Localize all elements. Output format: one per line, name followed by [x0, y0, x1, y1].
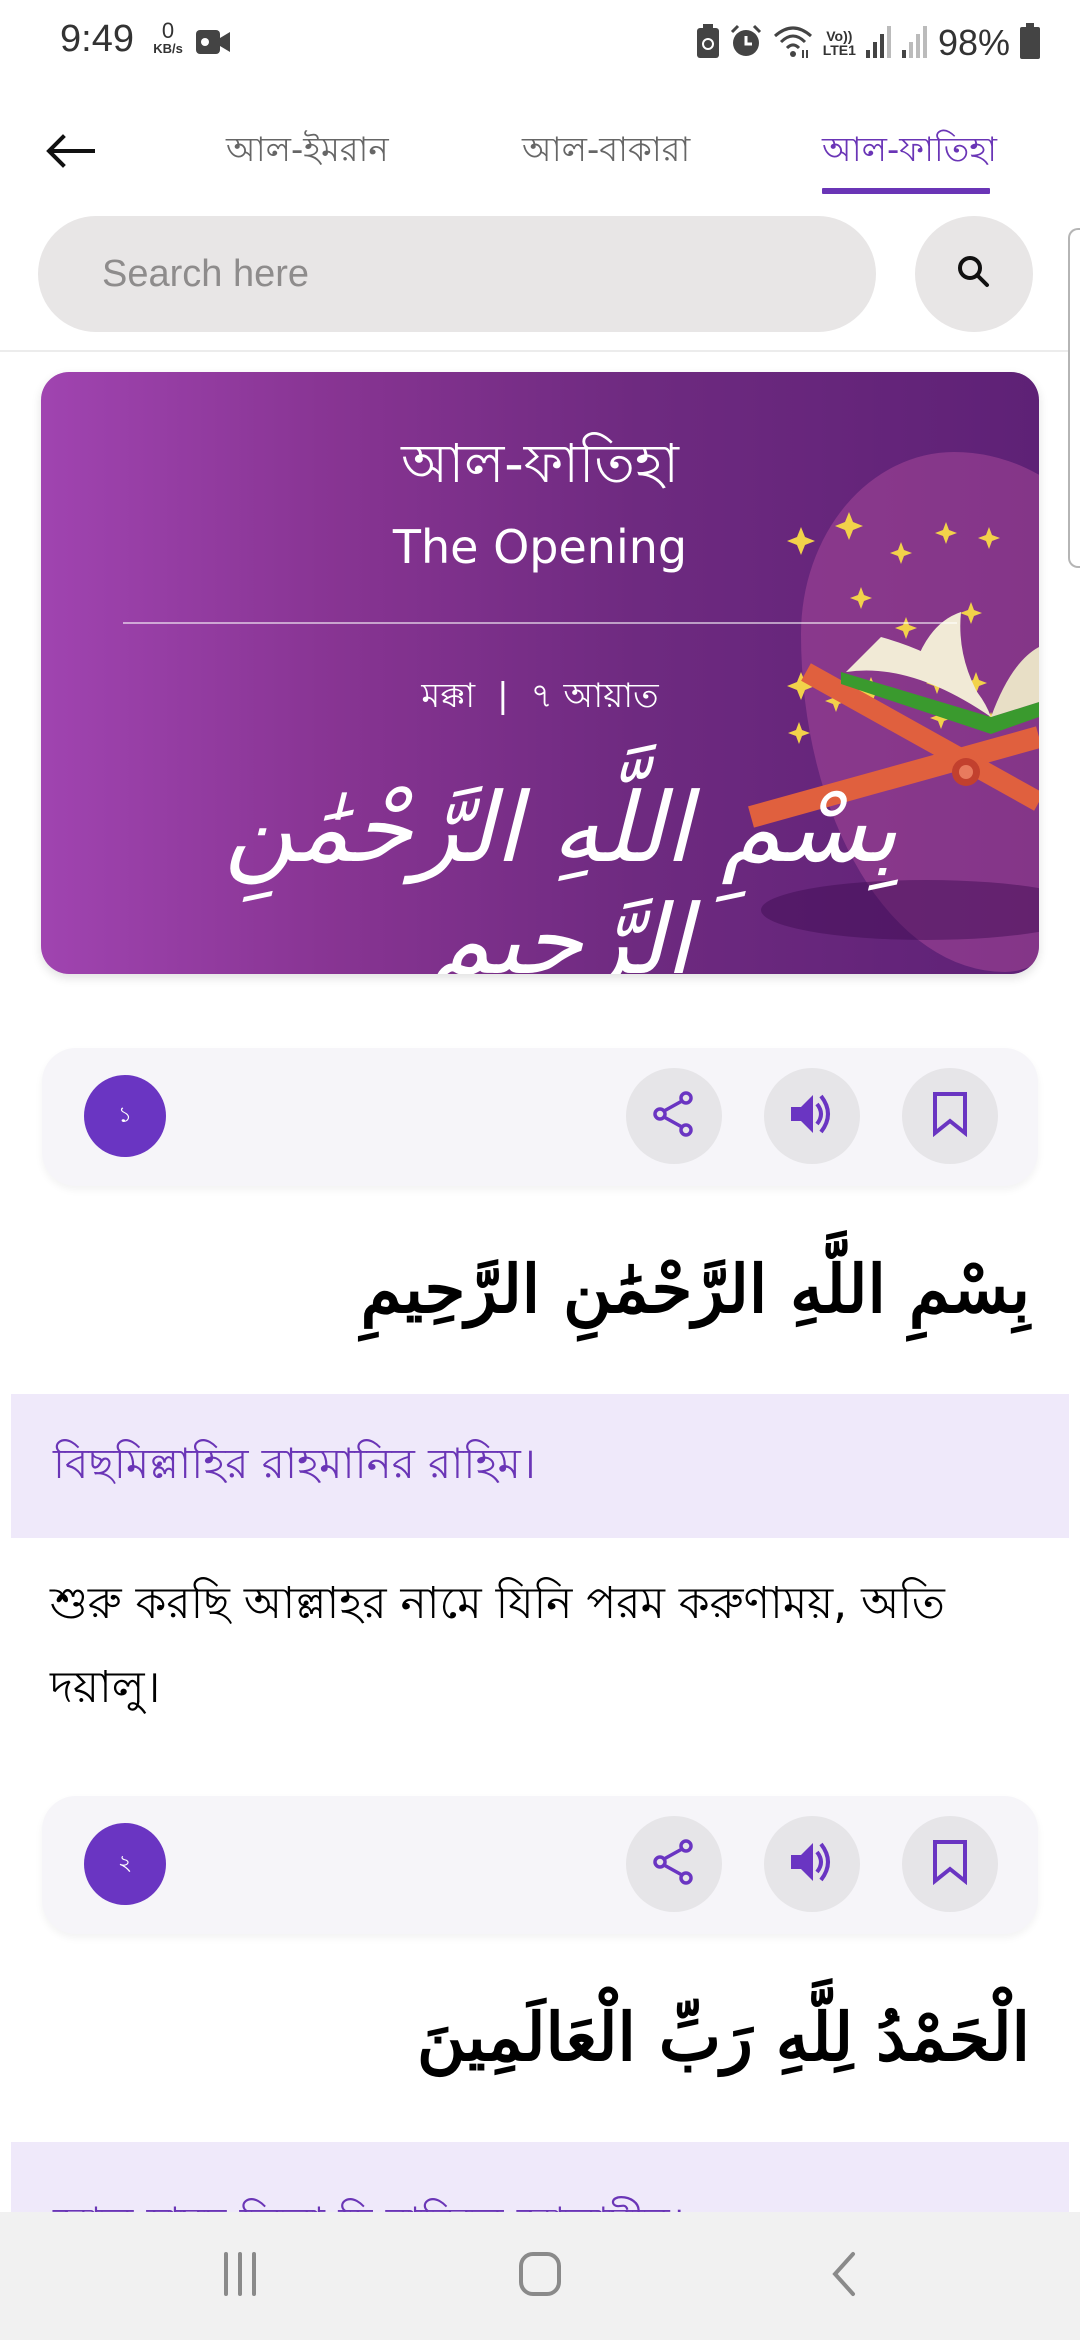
- search-input[interactable]: [38, 216, 876, 332]
- surah-english-name: The Opening: [392, 520, 688, 574]
- surah-title: আল-ফাতিহা: [401, 432, 679, 495]
- system-navigation-bar: [0, 2212, 1080, 2340]
- back-chevron-icon: [829, 2251, 859, 2301]
- network-speed-unit: KB/s: [153, 41, 183, 56]
- search-button[interactable]: [915, 216, 1033, 332]
- share-icon: [652, 1838, 696, 1890]
- speaker-icon: [789, 1840, 835, 1888]
- tab-al-baqara[interactable]: আল-বাকারা: [522, 124, 690, 181]
- network-speed: 0 KB/s: [148, 18, 188, 56]
- search-row: [0, 200, 1080, 352]
- surah-tab-header: আল-ইমরান আল-বাকারা আল-ফাতিহা: [0, 88, 1080, 200]
- play-audio-button[interactable]: [764, 1816, 860, 1912]
- battery-icon: [1020, 23, 1040, 63]
- verse-number-badge: ২: [84, 1823, 166, 1905]
- speaker-icon: [789, 1092, 835, 1140]
- play-audio-button[interactable]: [764, 1068, 860, 1164]
- battery-saver-icon: [696, 24, 719, 62]
- back-button[interactable]: [40, 128, 100, 178]
- ayah-count: ৭ আয়াত: [530, 676, 659, 716]
- video-camera-icon: [196, 28, 232, 60]
- revelation-place: মক্কা: [421, 676, 476, 716]
- active-tab-indicator: [822, 188, 990, 194]
- recent-apps-button[interactable]: [160, 2212, 320, 2340]
- share-icon: [652, 1090, 696, 1142]
- verse-arabic-text: الْحَمْدُ لِلَّهِ رَبِّ الْعَالَمِينَ: [417, 1998, 1030, 2076]
- share-button[interactable]: [626, 1816, 722, 1912]
- recent-apps-icon: [220, 2252, 260, 2300]
- home-button[interactable]: [460, 2212, 620, 2340]
- home-icon: [518, 2251, 562, 2301]
- tab-al-fatiha[interactable]: আল-ফাতিহা: [822, 124, 997, 181]
- bookmark-icon: [932, 1839, 968, 1889]
- status-bar: 9:49 0 KB/s Vo)) LTE1 98%: [0, 0, 1080, 88]
- banner-divider: [123, 622, 957, 624]
- signal-icon: [865, 24, 892, 62]
- verse-number-badge: ১: [84, 1075, 166, 1157]
- status-time: 9:49: [60, 18, 134, 60]
- surah-banner: আল-ফাতিহা The Opening মক্কা | ৭ আয়াত بِسْ…: [41, 372, 1039, 974]
- bismillah-calligraphy: بِسْمِ اللَّهِ الرَّحْمَٰنِ الرَّحِيمِ: [224, 772, 898, 974]
- verse-action-bar: ২: [42, 1796, 1038, 1934]
- share-button[interactable]: [626, 1068, 722, 1164]
- verse-arabic-text: بِسْمِ اللَّهِ الرَّحْمَٰنِ الرَّحِيمِ: [360, 1250, 1030, 1328]
- fast-scroll-handle[interactable]: [1068, 228, 1080, 568]
- bookmark-icon: [932, 1091, 968, 1141]
- alarm-icon: [729, 24, 763, 62]
- bookmark-button[interactable]: [902, 1816, 998, 1912]
- verse-transliteration: বিছমিল্লাহির রাহমানির রাহিম।: [11, 1394, 1069, 1538]
- lte-label: LTE1: [822, 42, 856, 58]
- system-back-button[interactable]: [764, 2212, 924, 2340]
- network-speed-value: 0: [161, 18, 175, 43]
- search-icon: [954, 252, 994, 296]
- tab-al-imran[interactable]: আল-ইমরান: [226, 124, 389, 181]
- signal-icon-2: [901, 24, 928, 62]
- wifi-icon: [773, 24, 813, 62]
- volte-lte-icon: Vo)) LTE1: [823, 29, 856, 57]
- verse-action-bar: ১: [42, 1048, 1038, 1186]
- meta-separator: |: [497, 676, 509, 716]
- bookmark-button[interactable]: [902, 1068, 998, 1164]
- verse-translation: শুরু করছি আল্লাহর নামে যিনি পরম করুণাময়…: [50, 1578, 945, 1713]
- surah-meta: মক্কা | ৭ আয়াত: [41, 670, 1039, 727]
- arrow-left-icon: [45, 134, 95, 172]
- battery-percent: 98%: [937, 22, 1010, 63]
